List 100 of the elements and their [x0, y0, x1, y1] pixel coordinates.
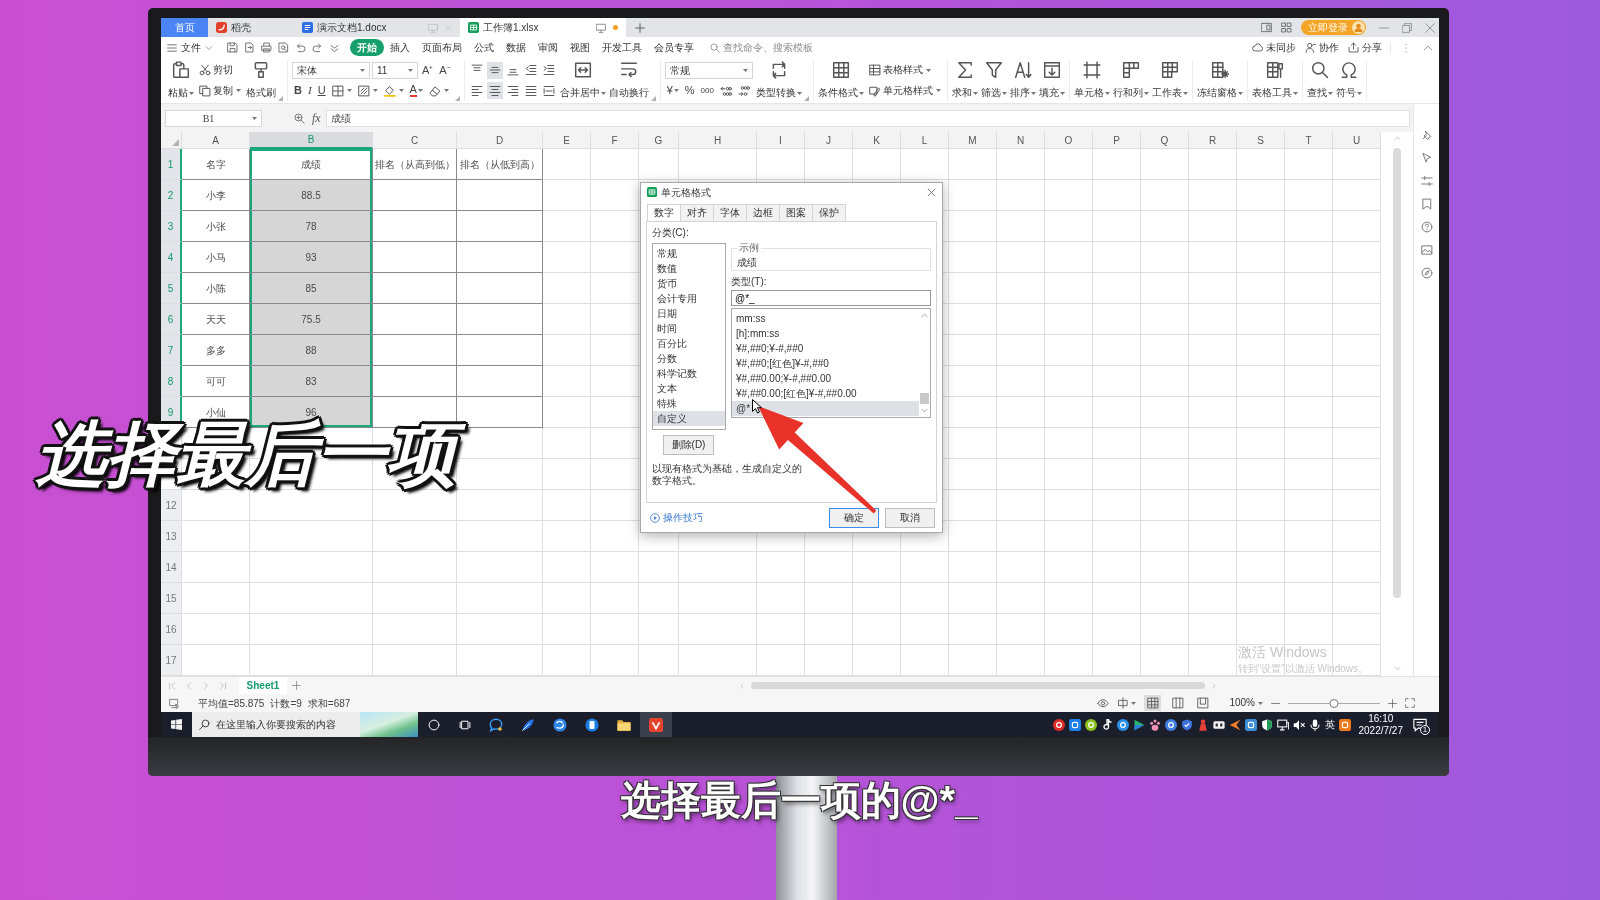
app-tile-icon[interactable]	[1068, 718, 1081, 731]
share-button[interactable]: 分享	[1348, 42, 1382, 53]
italic-button[interactable]: I	[305, 82, 314, 100]
convert-button[interactable]: 类型转换	[755, 60, 802, 101]
column-header[interactable]: J	[805, 132, 853, 149]
macro-icon[interactable]	[169, 697, 180, 709]
filter-button[interactable]: 筛选	[980, 60, 1007, 101]
figure-icon[interactable]	[1196, 718, 1209, 731]
underline-button[interactable]: U	[315, 82, 328, 100]
column-header[interactable]: S	[1237, 132, 1285, 149]
layout-menu-button[interactable]	[1117, 697, 1137, 709]
insert-function-button[interactable]: fx	[312, 112, 321, 124]
export-icon[interactable]	[244, 42, 255, 53]
pennant-icon[interactable]	[1228, 718, 1241, 731]
dialog-launcher-icon[interactable]	[650, 96, 656, 101]
column-header[interactable]: M	[949, 132, 997, 149]
borders-button[interactable]	[329, 82, 354, 100]
list-item[interactable]: 自定义	[653, 411, 725, 426]
align-center-button[interactable]	[486, 82, 503, 100]
formula-field[interactable]: 成绩	[325, 109, 1410, 127]
sort-button[interactable]: 排序	[1009, 60, 1036, 101]
dialog-tab[interactable]: 边框	[746, 204, 780, 221]
add-tab-icon[interactable]	[635, 22, 645, 33]
column-header[interactable]: U	[1333, 132, 1381, 149]
list-item[interactable]: ¥#,##0;[红色]¥-#,##0	[732, 356, 919, 371]
zoom-level-button[interactable]: 100%	[1229, 698, 1263, 708]
column-header[interactable]: A	[182, 132, 250, 149]
column-header[interactable]: P	[1093, 132, 1141, 149]
eye-icon[interactable]	[1097, 697, 1110, 709]
column-header[interactable]: K	[853, 132, 901, 149]
row-header[interactable]: 15	[161, 583, 182, 614]
shrink-font-button[interactable]: A⁻	[437, 61, 453, 79]
conditional-format-button[interactable]: 条件格式	[817, 60, 864, 101]
document-tab[interactable]: 工作簿1.xlsx	[460, 18, 626, 37]
tips-link[interactable]: 操作技巧	[650, 513, 703, 523]
dialog-launcher-icon[interactable]	[454, 96, 460, 101]
scrollbar-thumb[interactable]	[1393, 148, 1401, 598]
list-item[interactable]: ¥#,##0.00;¥-#,##0.00	[732, 371, 919, 386]
ribbon-tab[interactable]: 审阅	[532, 39, 564, 56]
notification-icon[interactable]	[1413, 717, 1427, 732]
dialog-tab[interactable]: 字体	[713, 204, 747, 221]
dialog-tab[interactable]: 图案	[779, 204, 813, 221]
add-sheet-icon[interactable]	[292, 681, 301, 690]
list-item[interactable]: 文本	[653, 381, 725, 396]
microphone-icon[interactable]	[1308, 718, 1321, 731]
font-size-dropdown[interactable]: 11	[372, 61, 418, 79]
list-item[interactable]: 百分比	[653, 336, 725, 351]
clock-date[interactable]: 2022/7/27	[1358, 724, 1403, 736]
list-item[interactable]: 会计专用	[653, 291, 725, 306]
column-header[interactable]: D	[457, 132, 543, 149]
ribbon-tab[interactable]: 视图	[564, 39, 596, 56]
home-tab[interactable]: 首页	[161, 18, 208, 37]
cell-button[interactable]: 单元格	[1073, 60, 1110, 101]
disc-app-icon[interactable]	[1116, 718, 1129, 731]
ribbon-tab[interactable]: 公式	[468, 39, 500, 56]
sheet-tab[interactable]: Sheet1	[239, 677, 287, 694]
music-note-icon[interactable]	[1100, 718, 1113, 731]
list-item[interactable]: @*	[732, 401, 919, 416]
cut-button[interactable]: 剪切	[197, 61, 235, 79]
disc-app-icon[interactable]	[1164, 718, 1177, 731]
align-middle-button[interactable]	[486, 61, 503, 79]
disc-app-icon[interactable]	[1052, 718, 1065, 731]
dialog-tab[interactable]: 数字	[647, 204, 681, 221]
clock-time[interactable]: 16:10	[1368, 713, 1394, 725]
close-icon[interactable]	[927, 187, 936, 197]
cancel-button[interactable]: 取消	[885, 508, 935, 528]
table-tools-button[interactable]: 表格工具	[1251, 60, 1298, 101]
dialog-launcher-icon[interactable]	[278, 96, 283, 101]
percent-button[interactable]: %	[682, 82, 697, 100]
ribbon-tab[interactable]: 会员专享	[648, 39, 700, 56]
app-tile-icon[interactable]	[1244, 718, 1257, 731]
column-header[interactable]: F	[591, 132, 639, 149]
list-item[interactable]: 货币	[653, 276, 725, 291]
ribbon-tab[interactable]: 开发工具	[596, 39, 648, 56]
view-mode-button[interactable]	[1144, 695, 1162, 711]
row-header[interactable]: 13	[161, 521, 182, 552]
dialog-launcher-icon[interactable]	[803, 96, 809, 101]
taskbar-app-button[interactable]	[640, 712, 672, 737]
list-item[interactable]: 特殊	[653, 396, 725, 411]
list-item[interactable]: 常规	[653, 246, 725, 261]
column-header[interactable]: T	[1285, 132, 1333, 149]
view-mode-button[interactable]	[1169, 695, 1187, 711]
window-layout-icon[interactable]	[1261, 22, 1272, 33]
symbol-button[interactable]: 符号	[1335, 60, 1362, 101]
app-tile-icon[interactable]	[1338, 718, 1351, 731]
column-header[interactable]: H	[679, 132, 757, 149]
restore-icon[interactable]	[1402, 22, 1412, 33]
slider-thumb[interactable]	[1329, 698, 1339, 708]
merge-cells-button[interactable]: 合并居中	[559, 60, 606, 101]
more-icon[interactable]	[329, 42, 340, 53]
ribbon-tab[interactable]: 数据	[500, 39, 532, 56]
freeze-panes-button[interactable]: 冻结窗格	[1196, 60, 1243, 101]
bold-button[interactable]: B	[292, 82, 304, 100]
column-header[interactable]: I	[757, 132, 805, 149]
view-mode-button[interactable]	[1194, 695, 1212, 711]
sliders-icon[interactable]	[1420, 175, 1433, 187]
font-color-button[interactable]: A	[407, 82, 425, 100]
search-field[interactable]: 在这里输入你要搜索的内容	[216, 717, 354, 732]
zoom-in-icon[interactable]	[1388, 698, 1397, 708]
column-header[interactable]: G	[639, 132, 679, 149]
